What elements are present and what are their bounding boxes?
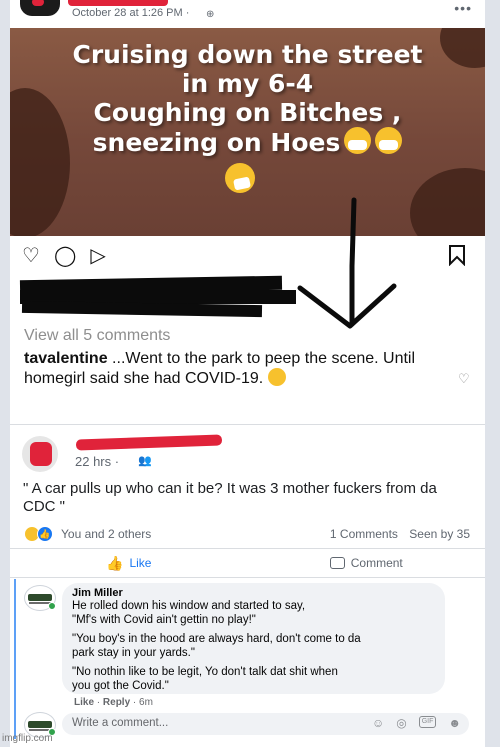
divider [10,577,485,578]
sticker-icon[interactable]: ☻ [448,716,461,730]
fb-post-text: " A car pulls up who can it be? It was 3… [23,480,437,515]
comment-username[interactable]: tavalentine [24,350,108,367]
comment-button[interactable]: Comment [248,551,486,575]
comment-bubble-icon [329,557,345,569]
heart-icon[interactable]: ♡ [22,243,40,268]
redacted-name [68,0,168,6]
bookmark-icon[interactable] [447,244,467,266]
comment-author[interactable]: Jim Miller [72,587,435,599]
meme-image[interactable]: Cruising down the street in my 6-4 Cough… [10,28,485,236]
imgflip-watermark: imgflip.com [2,733,53,744]
post-action-bar: 👍 Like Comment [10,551,485,575]
friends-icon: 👥 [138,455,152,467]
comment-line: "Mf's with Covid ain't gettin no play!" [72,614,256,626]
view-all-comments[interactable]: View all 5 comments [24,327,170,345]
post-stats: 1 Comments Seen by 35 [330,527,470,541]
comment-line: you got the Covid." [72,680,169,692]
online-status-dot [48,602,56,610]
reactions-summary[interactable]: 👍 You and 2 others [24,526,151,542]
comment-label: Comment [350,556,403,570]
comment-line: park stay in your yards." [72,647,195,659]
divider [10,424,485,425]
camera-icon[interactable]: ◎ [396,716,406,730]
emoji-row [10,163,485,196]
share-icon[interactable]: ▷ [90,243,105,268]
comment-reply-link[interactable]: Reply [103,697,130,708]
fb-post-timestamp[interactable]: 22 hrs · [75,454,119,469]
globe-icon: ⊕ [206,9,215,20]
post-timestamp[interactable]: October 28 at 1:26 PM · [72,7,189,19]
emoji-icon[interactable]: ☺ [372,716,384,730]
mask-face-emoji [344,127,372,154]
like-button[interactable]: 👍 Like [10,551,248,575]
comment-icon[interactable]: ◯ [54,243,76,268]
comment-age[interactable]: 6m [139,697,153,708]
divider [10,548,485,549]
hand-drawn-arrow [297,197,397,329]
comment-line: "No nothin like to be legit, Yo don't ta… [72,666,338,678]
comment-line: He rolled down his window and started to… [72,600,306,612]
write-comment-input[interactable]: Write a comment... ☺ ◎ GIF ☻ [62,713,469,735]
comments-count[interactable]: 1 Comments [330,527,398,541]
comment-like-link[interactable]: Like [74,697,94,708]
comment-like-icon[interactable]: ♡ [458,371,470,387]
write-comment-placeholder: Write a comment... [72,717,169,729]
poster-avatar[interactable] [20,0,60,16]
grinning-emoji [267,368,286,386]
comment-line: "You boy's in the hood are always hard, … [72,633,361,645]
like-reaction-icon: 👍 [37,526,53,542]
meme-line-with-emoji: sneezing on Hoes [10,127,485,157]
gif-icon[interactable]: GIF [418,716,437,728]
mask-face-emoji [375,127,403,154]
thread-indicator [14,579,16,739]
meme-line: Coughing on Bitches , [93,98,402,127]
comment-input-icons: ☺ ◎ GIF ☻ [372,716,461,730]
thumbs-up-icon: 👍 [106,554,124,571]
reactions-text: You and 2 others [61,527,152,541]
meme-line: sneezing on Hoes [92,128,341,157]
seen-by[interactable]: Seen by 35 [409,527,470,541]
instagram-actions: ♡ ◯ ▷ [22,243,106,268]
comment-actions: Like · Reply · 6m [74,697,153,708]
sneezing-face-emoji [224,163,255,193]
meme-line: Cruising down the street [72,40,423,69]
like-label: Like [129,556,152,570]
meme-caption: Cruising down the street in my 6-4 Cough… [10,40,485,196]
fb-poster-avatar[interactable] [22,436,58,472]
more-options-icon[interactable]: ••• [454,0,472,16]
instagram-comment: tavalentine ...Went to the park to peep … [24,349,454,388]
comment-bubble: Jim Miller He rolled down his window and… [62,583,445,694]
meme-line: in my 6-4 [181,69,314,98]
